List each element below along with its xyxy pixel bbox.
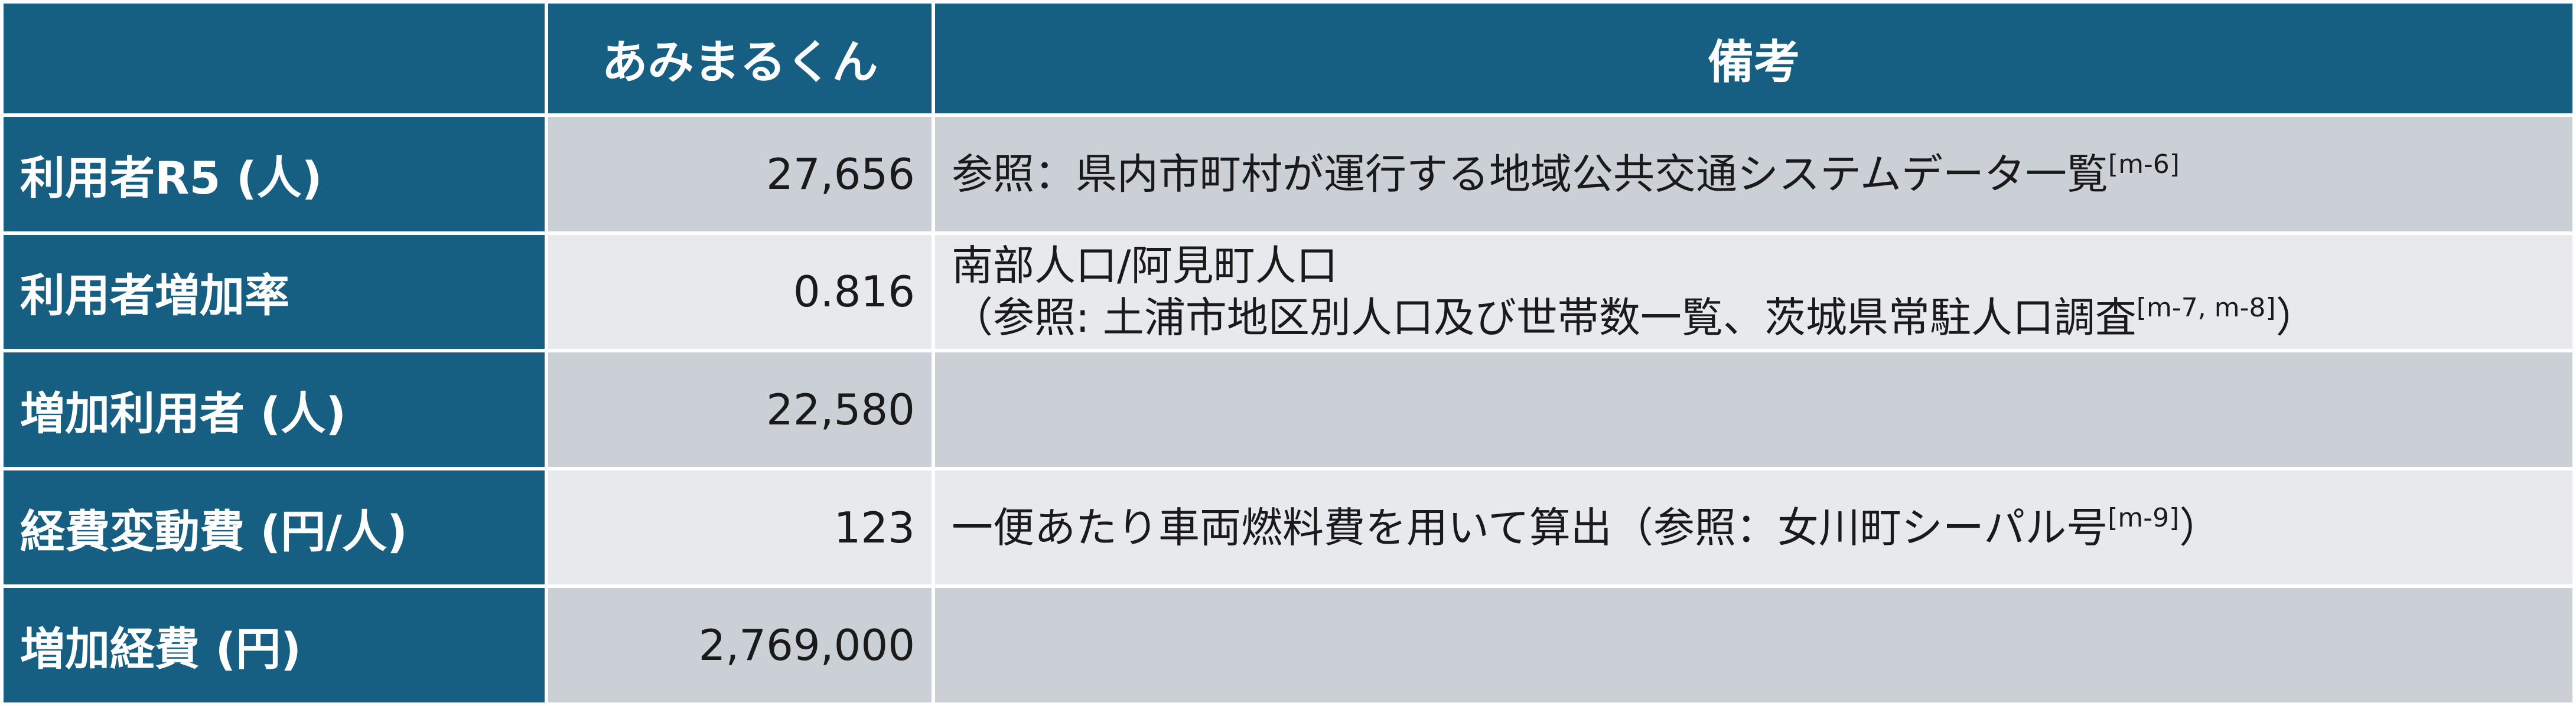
citation-ref: [m-9] bbox=[2108, 502, 2180, 533]
table-row: 増加経費 (円) 2,769,000 bbox=[4, 588, 2572, 702]
note-text: 一便あたり車両燃料費を用いて算出（参照：女川町シーパル号 bbox=[952, 503, 2108, 552]
row-note: 一便あたり車両燃料費を用いて算出（参照：女川町シーパル号[m-9]） bbox=[935, 470, 2572, 585]
note-line: 参照：県内市町村が運行する地域公共交通システムデータ一覧[m-6] bbox=[952, 148, 2556, 200]
row-note bbox=[935, 588, 2572, 702]
note-text: 南部人口/阿見町人口 bbox=[952, 241, 1338, 290]
row-value: 27,656 bbox=[548, 117, 932, 231]
citation-ref: [m-6] bbox=[2108, 149, 2180, 179]
row-value: 2,769,000 bbox=[548, 588, 932, 702]
note-suffix: ） bbox=[2275, 293, 2317, 342]
row-note bbox=[935, 352, 2572, 467]
table-row: 増加利用者 (人) 22,580 bbox=[4, 352, 2572, 467]
note-line: 南部人口/阿見町人口 bbox=[952, 240, 2556, 292]
row-label: 利用者R5 (人) bbox=[4, 117, 545, 231]
row-label: 利用者増加率 bbox=[4, 234, 545, 349]
header-value-column: あみまるくん bbox=[548, 4, 932, 113]
note-suffix: ） bbox=[2179, 503, 2221, 552]
table-row: 利用者増加率 0.816 南部人口/阿見町人口 （参照: 土浦市地区別人口及び世… bbox=[4, 234, 2572, 349]
row-label: 経費変動費 (円/人) bbox=[4, 470, 545, 585]
note-text: （参照: 土浦市地区別人口及び世帯数一覧、茨城県常駐人口調査 bbox=[952, 293, 2137, 342]
citation-ref: [m-7, m-8] bbox=[2136, 293, 2276, 323]
header-note-column: 備考 bbox=[935, 4, 2572, 113]
row-value: 0.816 bbox=[548, 234, 932, 349]
row-label: 増加利用者 (人) bbox=[4, 352, 545, 467]
note-line: 一便あたり車両燃料費を用いて算出（参照：女川町シーパル号[m-9]） bbox=[952, 502, 2556, 554]
table-row: 利用者R5 (人) 27,656 参照：県内市町村が運行する地域公共交通システム… bbox=[4, 117, 2572, 231]
header-corner-cell bbox=[4, 4, 545, 113]
cost-table: あみまるくん 備考 利用者R5 (人) 27,656 参照：県内市町村が運行する… bbox=[0, 0, 2576, 706]
note-text: 参照：県内市町村が運行する地域公共交通システムデータ一覧 bbox=[952, 149, 2108, 198]
row-note: 南部人口/阿見町人口 （参照: 土浦市地区別人口及び世帯数一覧、茨城県常駐人口調… bbox=[935, 234, 2572, 349]
row-note: 参照：県内市町村が運行する地域公共交通システムデータ一覧[m-6] bbox=[935, 117, 2572, 231]
header-row: あみまるくん 備考 bbox=[4, 4, 2572, 113]
table-row: 経費変動費 (円/人) 123 一便あたり車両燃料費を用いて算出（参照：女川町シ… bbox=[4, 470, 2572, 585]
row-label: 増加経費 (円) bbox=[4, 588, 545, 702]
note-line: （参照: 土浦市地区別人口及び世帯数一覧、茨城県常駐人口調査[m-7, m-8]… bbox=[952, 292, 2556, 344]
row-value: 123 bbox=[548, 470, 932, 585]
row-value: 22,580 bbox=[548, 352, 932, 467]
